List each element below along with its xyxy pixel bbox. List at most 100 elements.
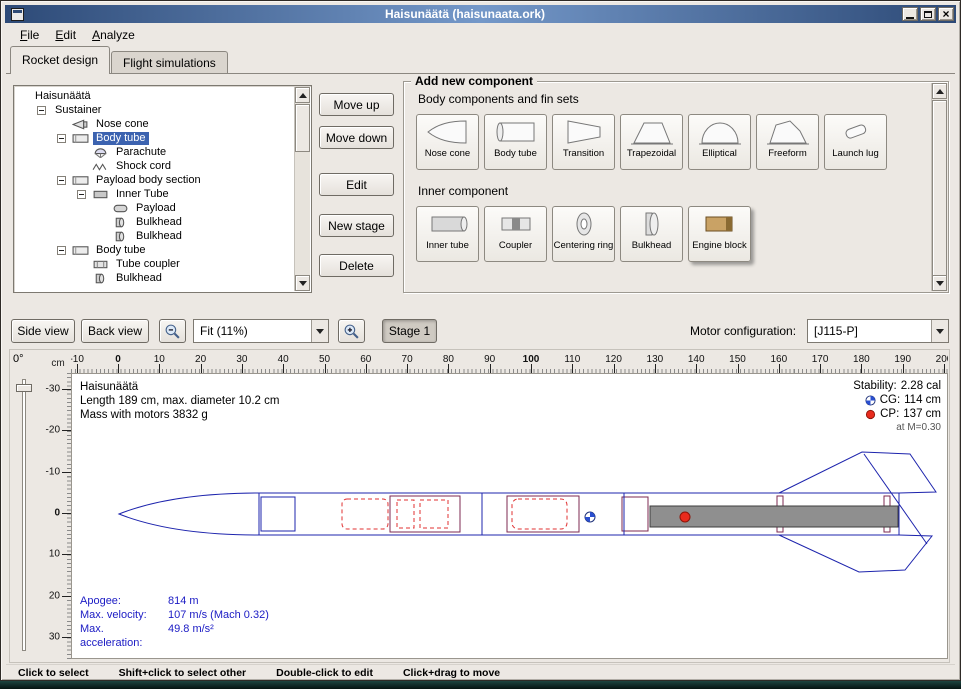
tree-item-label: Parachute: [113, 146, 169, 159]
add-coupler-button[interactable]: Coupler: [484, 206, 547, 262]
engine-block-icon: [698, 209, 742, 239]
tree-item-inner-tube[interactable]: Inner Tube: [15, 187, 294, 201]
edit-button[interactable]: Edit: [319, 173, 394, 196]
close-icon: ×: [942, 9, 949, 19]
tree-item-haisun-t[interactable]: Haisunäätä: [15, 89, 294, 103]
v-ruler-tick: [62, 472, 71, 473]
tree-item-body-tube[interactable]: Body tube: [15, 131, 294, 145]
flight-stat-value: 814 m: [168, 594, 199, 608]
taskbar-strip: [0, 681, 961, 689]
add-launch-lug-button[interactable]: Launch lug: [824, 114, 887, 170]
tree-item-shock-cord[interactable]: Shock cord: [15, 159, 294, 173]
statusbar: Click to selectShift+click to select oth…: [6, 664, 955, 681]
minimize-button[interactable]: [902, 7, 918, 21]
add-transition-button[interactable]: Transition: [552, 114, 615, 170]
stability-label: Stability:: [853, 379, 896, 393]
tree-item-tube-coupler[interactable]: Tube coupler: [15, 257, 294, 271]
close-button[interactable]: ×: [938, 7, 954, 21]
scroll-up-button[interactable]: [932, 83, 947, 99]
rotation-slider-thumb[interactable]: [16, 384, 32, 392]
side-view-button[interactable]: Side view: [11, 319, 75, 343]
zoom-select-value: Fit (11%): [194, 324, 311, 338]
tree-expander-icon[interactable]: [77, 190, 86, 199]
add-centering-ring-button[interactable]: Centering ring: [552, 206, 615, 262]
tab-flight-simulations[interactable]: Flight simulations: [111, 51, 228, 74]
menu-item-analyze[interactable]: Analyze: [84, 26, 143, 44]
stability-value: 2.28 cal: [901, 379, 941, 393]
tree-item-bulkhead[interactable]: Bulkhead: [15, 271, 294, 285]
bulkhead-icon: [92, 273, 109, 284]
scrollbar-thumb[interactable]: [932, 100, 947, 276]
scrollbar-thumb[interactable]: [295, 104, 310, 152]
h-ruler-tick: [448, 364, 449, 373]
tree-item-parachute[interactable]: Parachute: [15, 145, 294, 159]
scroll-down-button[interactable]: [295, 275, 310, 291]
tree-expander-icon[interactable]: [57, 134, 66, 143]
flight-stat-row: Max. velocity:107 m/s (Mach 0.32): [80, 608, 269, 622]
delete-button[interactable]: Delete: [319, 254, 394, 277]
tabbar: Rocket designFlight simulations: [6, 46, 955, 74]
shockcord-icon: [92, 161, 109, 172]
tree-item-bulkhead[interactable]: Bulkhead: [15, 215, 294, 229]
cp-label: CP:: [880, 407, 899, 421]
h-ruler-tick: [283, 364, 284, 373]
tree-rows: HaisunäätäSustainerNose coneBody tubePar…: [15, 87, 294, 291]
coupler-icon: [494, 209, 538, 239]
move-down-button[interactable]: Move down: [319, 126, 394, 149]
menu-item-edit[interactable]: Edit: [47, 26, 84, 44]
ruler-unit: cm: [45, 353, 71, 373]
stage-1-toggle[interactable]: Stage 1: [382, 319, 437, 343]
tab-rocket-design[interactable]: Rocket design: [10, 46, 110, 74]
titlebar[interactable]: Haisunäätä (haisunaata.ork) ×: [5, 5, 956, 23]
add-bulkhead-button[interactable]: Bulkhead: [620, 206, 683, 262]
tree-item-bulkhead[interactable]: Bulkhead: [15, 229, 294, 243]
add-inner-tube-button[interactable]: Inner tube: [416, 206, 479, 262]
add-nose-cone-button[interactable]: Nose cone: [416, 114, 479, 170]
tree-item-payload[interactable]: Payload: [15, 201, 294, 215]
add-component-panel: Body components and fin setsNose coneBod…: [403, 81, 949, 293]
tree-expander-icon[interactable]: [57, 246, 66, 255]
tree-item-label: Sustainer: [52, 104, 104, 117]
v-ruler-tick: [62, 554, 71, 555]
tree-expander-icon[interactable]: [37, 106, 46, 115]
rotation-slider[interactable]: [22, 379, 26, 651]
add-freeform-button[interactable]: Freeform: [756, 114, 819, 170]
tree-item-payload-body-section[interactable]: Payload body section: [15, 173, 294, 187]
h-ruler-tick: [77, 364, 78, 373]
motor-config-select[interactable]: [J115-P]: [807, 319, 949, 343]
h-ruler-label: 190: [894, 354, 911, 365]
tree-item-label: Nose cone: [93, 118, 152, 131]
zoom-out-button[interactable]: [159, 319, 186, 343]
h-ruler-tick: [655, 364, 656, 373]
cp-marker: [680, 512, 690, 522]
scroll-up-button[interactable]: [295, 87, 310, 103]
tree-expander-icon[interactable]: [57, 176, 66, 185]
tree-item-nose-cone[interactable]: Nose cone: [15, 117, 294, 131]
tree-item-sustainer[interactable]: Sustainer: [15, 103, 294, 117]
scroll-down-button[interactable]: [932, 275, 947, 291]
move-up-button[interactable]: Move up: [319, 93, 394, 116]
chevron-down-icon[interactable]: [931, 320, 948, 342]
bulkhead-icon: [112, 217, 129, 228]
add-elliptical-button[interactable]: Elliptical: [688, 114, 751, 170]
menu-item-file[interactable]: File: [12, 26, 47, 44]
h-ruler-label: 130: [647, 354, 664, 365]
zoom-in-button[interactable]: [338, 319, 365, 343]
panel-scrollbar[interactable]: [931, 83, 947, 291]
h-ruler-tick: [696, 364, 697, 373]
launch-lug-icon: [834, 117, 878, 147]
add-engine-block-button[interactable]: Engine block: [688, 206, 751, 262]
back-view-button[interactable]: Back view: [81, 319, 149, 343]
zoom-select[interactable]: Fit (11%): [193, 319, 329, 343]
h-ruler-tick: [325, 364, 326, 373]
chevron-down-icon[interactable]: [311, 320, 328, 342]
draw-area[interactable]: Haisunäätä Length 189 cm, max. diameter …: [71, 373, 948, 659]
arrow-up-icon: [299, 93, 307, 98]
tree-item-body-tube[interactable]: Body tube: [15, 243, 294, 257]
nose-cone-icon: [426, 117, 470, 147]
maximize-button[interactable]: [920, 7, 936, 21]
new-stage-button[interactable]: New stage: [319, 214, 394, 237]
add-body-tube-button[interactable]: Body tube: [484, 114, 547, 170]
add-trapezoidal-button[interactable]: Trapezoidal: [620, 114, 683, 170]
tree-scrollbar[interactable]: [294, 87, 310, 291]
